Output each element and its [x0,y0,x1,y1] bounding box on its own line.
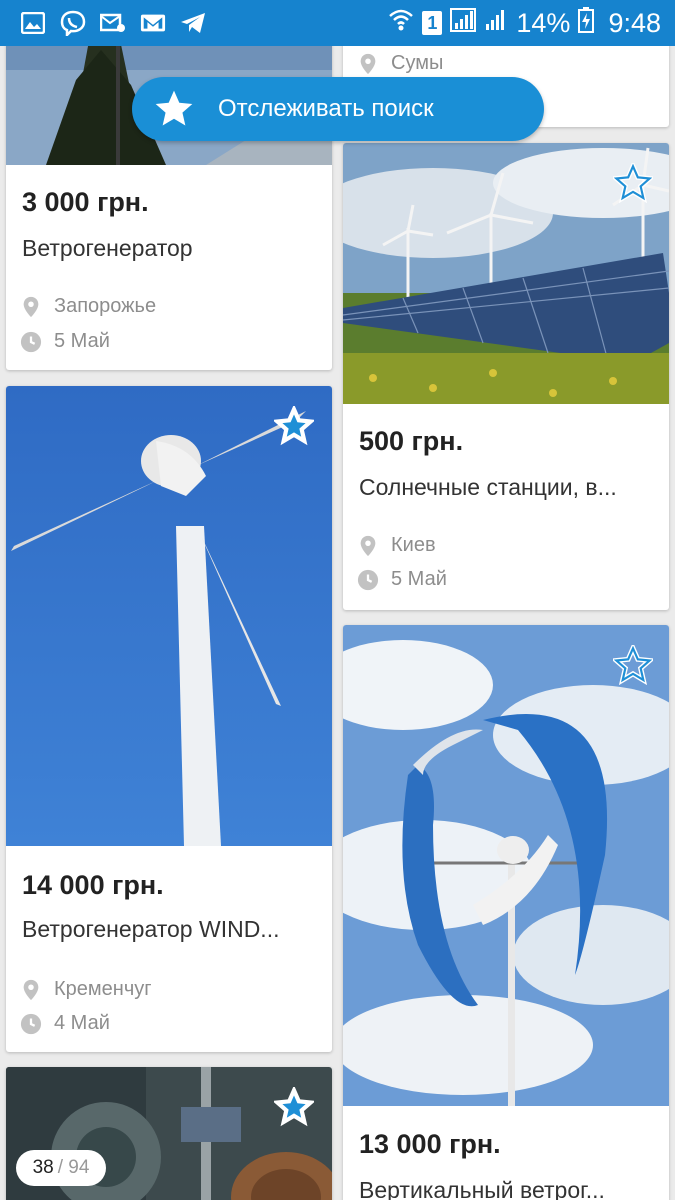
listing-price: 500 грн. [359,426,464,456]
favorite-star-icon[interactable] [274,406,314,446]
listing-city: Сумы [391,52,444,74]
sim-badge: 1 [422,11,443,35]
favorite-star-icon[interactable] [274,1087,314,1127]
clock-icon [20,1013,42,1034]
counter-current: 38 [32,1157,54,1178]
listing-title: Ветрогенератор WIND... [22,916,280,942]
track-search-button[interactable]: Отслеживать поиск [132,77,544,141]
mail-badge-icon [100,11,126,35]
listing-city: Киев [391,534,436,556]
counter-total: / 94 [57,1157,90,1178]
listing-date-text: 5 Май [391,568,447,590]
listing-date: 4 Май [20,1012,110,1035]
favorite-star-icon[interactable] [613,645,653,685]
battery-charging-icon [578,6,595,40]
screen: 1 14% 9:48 Отслеживать поиск 3 000 грн. … [0,0,675,1200]
listing-city: Кременчуг [54,978,152,1000]
clock-icon [357,569,379,590]
gmail-icon [140,11,166,35]
listing-date-text: 5 Май [54,330,110,352]
telegram-icon [180,11,206,35]
location-pin-icon [23,296,39,317]
listing-card-wind-generator[interactable]: 3 000 грн. Ветрогенератор Запорожье 5 Ма… [6,0,332,370]
star-icon [155,90,193,126]
listing-price: 14 000 грн. [22,870,164,900]
clock: 9:48 [608,7,661,38]
signal-2-icon [484,8,508,39]
results-counter: 38 / 94 [16,1150,106,1186]
status-bar: 1 14% 9:48 [0,0,675,46]
listing-price: 13 000 грн. [359,1129,501,1159]
listing-card-wind-generator-wind[interactable]: 14 000 грн. Ветрогенератор WIND... Креме… [6,386,332,1052]
listing-photo [343,625,669,1106]
listing-card-vertical-wind-generator[interactable]: 13 000 грн. Вертикальный ветрог... [343,625,669,1200]
listing-date: 5 Май [20,330,110,353]
location-pin-icon [360,535,376,556]
listing-city: Запорожье [54,295,157,317]
listing-date-text: 4 Май [54,1012,110,1034]
signal-icon [450,7,477,39]
listing-location: Запорожье [20,295,156,318]
listing-location: Киев [357,534,436,557]
listing-card-solar-stations[interactable]: 500 грн. Солнечные станции, в... Киев 5 … [343,143,669,610]
listing-price: 3 000 грн. [22,187,149,217]
listing-photo [6,386,332,846]
battery-percent: 14% [516,7,571,38]
location-pin-icon [23,979,39,1000]
favorite-star-icon[interactable] [613,163,653,203]
listing-location: Кременчуг [20,978,152,1001]
listing-title: Вертикальный ветрог... [359,1177,605,1200]
location-pin-icon [360,53,376,74]
listing-title: Солнечные станции, в... [359,474,617,500]
listing-date: 5 Май [357,568,447,591]
viber-icon [60,10,86,36]
listing-location: Сумы [357,52,443,75]
gallery-icon [20,11,46,35]
listing-title: Ветрогенератор [22,235,193,261]
wifi-icon [388,8,414,39]
clock-icon [20,331,42,352]
track-search-label: Отслеживать поиск [218,95,434,122]
